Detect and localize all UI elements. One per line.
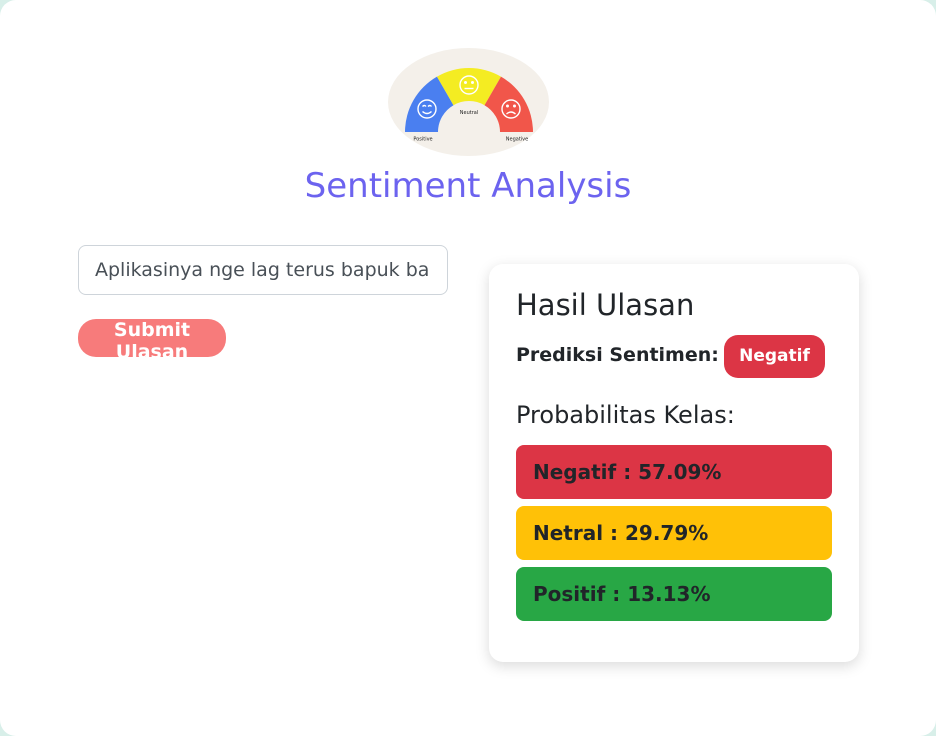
submit-review-button[interactable]: Submit Ulasan — [78, 319, 226, 363]
review-input[interactable] — [78, 245, 448, 295]
gauge-neutral-label: Neutral — [460, 110, 478, 116]
result-title: Hasil Ulasan — [516, 288, 695, 322]
result-card: Hasil Ulasan Prediksi Sentimen: Negatif … — [489, 264, 859, 662]
sentiment-gauge-logo: Positive Neutral Negative — [388, 48, 549, 156]
gauge-negative-label: Negative — [506, 137, 528, 143]
probabilities-title: Probabilitas Kelas: — [516, 401, 735, 429]
probability-negative: Negatif : 57.09% — [516, 445, 832, 499]
page-title: Sentiment Analysis — [304, 166, 632, 206]
prediction-label: Prediksi Sentimen: — [516, 344, 719, 366]
prediction-badge: Negatif — [724, 335, 825, 378]
probability-neutral: Netral : 29.79% — [516, 506, 832, 560]
gauge-positive-label: Positive — [413, 137, 432, 143]
page-container: Positive Neutral Negative Sentiment Anal… — [0, 0, 936, 736]
probability-positive: Positif : 13.13% — [516, 567, 832, 621]
